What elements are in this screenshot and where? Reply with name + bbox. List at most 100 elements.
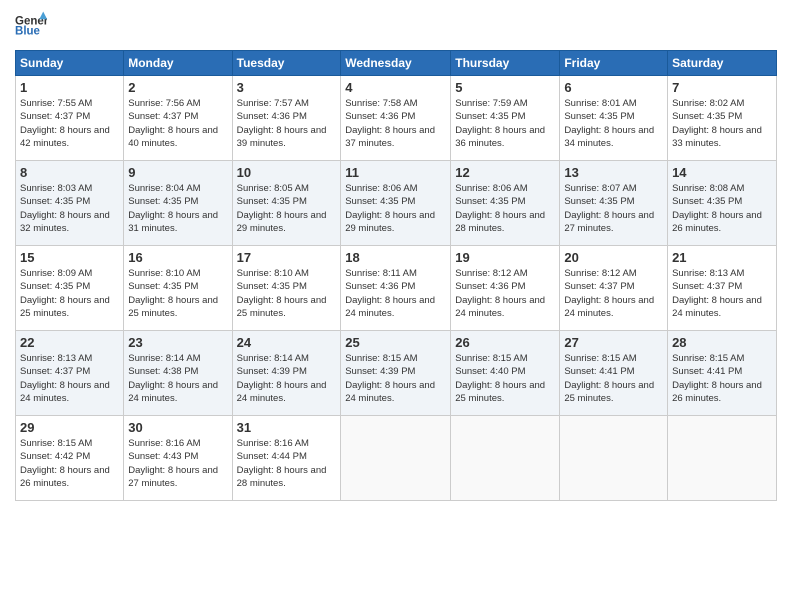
calendar-day-cell: 15 Sunrise: 8:09 AM Sunset: 4:35 PM Dayl… (16, 246, 124, 331)
day-info: Sunrise: 8:01 AM Sunset: 4:35 PM Dayligh… (564, 97, 663, 150)
day-number: 10 (237, 165, 337, 180)
day-number: 26 (455, 335, 555, 350)
day-number: 31 (237, 420, 337, 435)
day-info: Sunrise: 8:14 AM Sunset: 4:39 PM Dayligh… (237, 352, 337, 405)
day-info: Sunrise: 8:06 AM Sunset: 4:35 PM Dayligh… (455, 182, 555, 235)
day-number: 23 (128, 335, 227, 350)
calendar-day-cell: 16 Sunrise: 8:10 AM Sunset: 4:35 PM Dayl… (124, 246, 232, 331)
day-info: Sunrise: 8:15 AM Sunset: 4:42 PM Dayligh… (20, 437, 119, 490)
day-info: Sunrise: 8:04 AM Sunset: 4:35 PM Dayligh… (128, 182, 227, 235)
calendar-day-cell: 17 Sunrise: 8:10 AM Sunset: 4:35 PM Dayl… (232, 246, 341, 331)
day-number: 28 (672, 335, 772, 350)
day-info: Sunrise: 8:16 AM Sunset: 4:43 PM Dayligh… (128, 437, 227, 490)
day-number: 17 (237, 250, 337, 265)
calendar-week-row: 22 Sunrise: 8:13 AM Sunset: 4:37 PM Dayl… (16, 331, 777, 416)
day-number: 12 (455, 165, 555, 180)
day-number: 3 (237, 80, 337, 95)
calendar-day-cell: 21 Sunrise: 8:13 AM Sunset: 4:37 PM Dayl… (668, 246, 777, 331)
day-number: 25 (345, 335, 446, 350)
day-info: Sunrise: 8:03 AM Sunset: 4:35 PM Dayligh… (20, 182, 119, 235)
day-number: 5 (455, 80, 555, 95)
calendar-day-cell: 28 Sunrise: 8:15 AM Sunset: 4:41 PM Dayl… (668, 331, 777, 416)
calendar-day-cell: 31 Sunrise: 8:16 AM Sunset: 4:44 PM Dayl… (232, 416, 341, 501)
day-info: Sunrise: 8:10 AM Sunset: 4:35 PM Dayligh… (237, 267, 337, 320)
day-info: Sunrise: 7:55 AM Sunset: 4:37 PM Dayligh… (20, 97, 119, 150)
calendar-day-cell (341, 416, 451, 501)
day-info: Sunrise: 8:07 AM Sunset: 4:35 PM Dayligh… (564, 182, 663, 235)
calendar-day-cell: 3 Sunrise: 7:57 AM Sunset: 4:36 PM Dayli… (232, 76, 341, 161)
day-info: Sunrise: 8:02 AM Sunset: 4:35 PM Dayligh… (672, 97, 772, 150)
day-info: Sunrise: 8:12 AM Sunset: 4:37 PM Dayligh… (564, 267, 663, 320)
calendar-day-cell: 18 Sunrise: 8:11 AM Sunset: 4:36 PM Dayl… (341, 246, 451, 331)
day-info: Sunrise: 8:15 AM Sunset: 4:41 PM Dayligh… (564, 352, 663, 405)
day-number: 16 (128, 250, 227, 265)
day-info: Sunrise: 7:56 AM Sunset: 4:37 PM Dayligh… (128, 97, 227, 150)
day-info: Sunrise: 8:10 AM Sunset: 4:35 PM Dayligh… (128, 267, 227, 320)
calendar-day-cell: 19 Sunrise: 8:12 AM Sunset: 4:36 PM Dayl… (451, 246, 560, 331)
logo-icon: General Blue (15, 10, 47, 42)
day-info: Sunrise: 8:09 AM Sunset: 4:35 PM Dayligh… (20, 267, 119, 320)
calendar-day-cell: 14 Sunrise: 8:08 AM Sunset: 4:35 PM Dayl… (668, 161, 777, 246)
calendar-day-cell: 13 Sunrise: 8:07 AM Sunset: 4:35 PM Dayl… (560, 161, 668, 246)
calendar-day-cell (451, 416, 560, 501)
calendar-day-cell: 5 Sunrise: 7:59 AM Sunset: 4:35 PM Dayli… (451, 76, 560, 161)
calendar-day-header: Friday (560, 51, 668, 76)
calendar-day-header: Sunday (16, 51, 124, 76)
calendar-day-cell: 24 Sunrise: 8:14 AM Sunset: 4:39 PM Dayl… (232, 331, 341, 416)
day-number: 14 (672, 165, 772, 180)
day-info: Sunrise: 8:16 AM Sunset: 4:44 PM Dayligh… (237, 437, 337, 490)
calendar-day-cell: 22 Sunrise: 8:13 AM Sunset: 4:37 PM Dayl… (16, 331, 124, 416)
calendar-week-row: 8 Sunrise: 8:03 AM Sunset: 4:35 PM Dayli… (16, 161, 777, 246)
calendar-day-cell: 29 Sunrise: 8:15 AM Sunset: 4:42 PM Dayl… (16, 416, 124, 501)
calendar-day-cell: 9 Sunrise: 8:04 AM Sunset: 4:35 PM Dayli… (124, 161, 232, 246)
calendar-day-header: Tuesday (232, 51, 341, 76)
calendar-day-cell: 7 Sunrise: 8:02 AM Sunset: 4:35 PM Dayli… (668, 76, 777, 161)
day-number: 30 (128, 420, 227, 435)
day-number: 2 (128, 80, 227, 95)
day-info: Sunrise: 7:59 AM Sunset: 4:35 PM Dayligh… (455, 97, 555, 150)
day-number: 29 (20, 420, 119, 435)
calendar-day-cell: 8 Sunrise: 8:03 AM Sunset: 4:35 PM Dayli… (16, 161, 124, 246)
calendar-week-row: 29 Sunrise: 8:15 AM Sunset: 4:42 PM Dayl… (16, 416, 777, 501)
day-number: 27 (564, 335, 663, 350)
calendar-week-row: 15 Sunrise: 8:09 AM Sunset: 4:35 PM Dayl… (16, 246, 777, 331)
calendar-day-cell: 30 Sunrise: 8:16 AM Sunset: 4:43 PM Dayl… (124, 416, 232, 501)
logo: General Blue (15, 10, 47, 42)
day-number: 7 (672, 80, 772, 95)
day-number: 20 (564, 250, 663, 265)
day-info: Sunrise: 8:13 AM Sunset: 4:37 PM Dayligh… (20, 352, 119, 405)
day-number: 11 (345, 165, 446, 180)
day-info: Sunrise: 8:11 AM Sunset: 4:36 PM Dayligh… (345, 267, 446, 320)
day-info: Sunrise: 8:15 AM Sunset: 4:39 PM Dayligh… (345, 352, 446, 405)
svg-text:Blue: Blue (15, 26, 41, 38)
calendar-day-cell: 2 Sunrise: 7:56 AM Sunset: 4:37 PM Dayli… (124, 76, 232, 161)
calendar-table: SundayMondayTuesdayWednesdayThursdayFrid… (15, 50, 777, 501)
calendar-day-cell: 1 Sunrise: 7:55 AM Sunset: 4:37 PM Dayli… (16, 76, 124, 161)
day-info: Sunrise: 8:15 AM Sunset: 4:40 PM Dayligh… (455, 352, 555, 405)
day-number: 19 (455, 250, 555, 265)
day-info: Sunrise: 7:58 AM Sunset: 4:36 PM Dayligh… (345, 97, 446, 150)
day-number: 22 (20, 335, 119, 350)
calendar-day-cell: 12 Sunrise: 8:06 AM Sunset: 4:35 PM Dayl… (451, 161, 560, 246)
page-header: General Blue (15, 10, 777, 42)
day-number: 1 (20, 80, 119, 95)
calendar-day-cell: 11 Sunrise: 8:06 AM Sunset: 4:35 PM Dayl… (341, 161, 451, 246)
day-number: 4 (345, 80, 446, 95)
calendar-day-header: Wednesday (341, 51, 451, 76)
calendar-header-row: SundayMondayTuesdayWednesdayThursdayFrid… (16, 51, 777, 76)
day-number: 15 (20, 250, 119, 265)
day-info: Sunrise: 8:13 AM Sunset: 4:37 PM Dayligh… (672, 267, 772, 320)
calendar-day-header: Saturday (668, 51, 777, 76)
day-number: 21 (672, 250, 772, 265)
day-info: Sunrise: 8:12 AM Sunset: 4:36 PM Dayligh… (455, 267, 555, 320)
day-number: 18 (345, 250, 446, 265)
calendar-day-cell: 27 Sunrise: 8:15 AM Sunset: 4:41 PM Dayl… (560, 331, 668, 416)
day-info: Sunrise: 8:08 AM Sunset: 4:35 PM Dayligh… (672, 182, 772, 235)
calendar-day-cell: 23 Sunrise: 8:14 AM Sunset: 4:38 PM Dayl… (124, 331, 232, 416)
day-info: Sunrise: 8:15 AM Sunset: 4:41 PM Dayligh… (672, 352, 772, 405)
day-info: Sunrise: 8:06 AM Sunset: 4:35 PM Dayligh… (345, 182, 446, 235)
day-number: 8 (20, 165, 119, 180)
day-number: 24 (237, 335, 337, 350)
calendar-day-cell: 6 Sunrise: 8:01 AM Sunset: 4:35 PM Dayli… (560, 76, 668, 161)
calendar-day-cell: 4 Sunrise: 7:58 AM Sunset: 4:36 PM Dayli… (341, 76, 451, 161)
